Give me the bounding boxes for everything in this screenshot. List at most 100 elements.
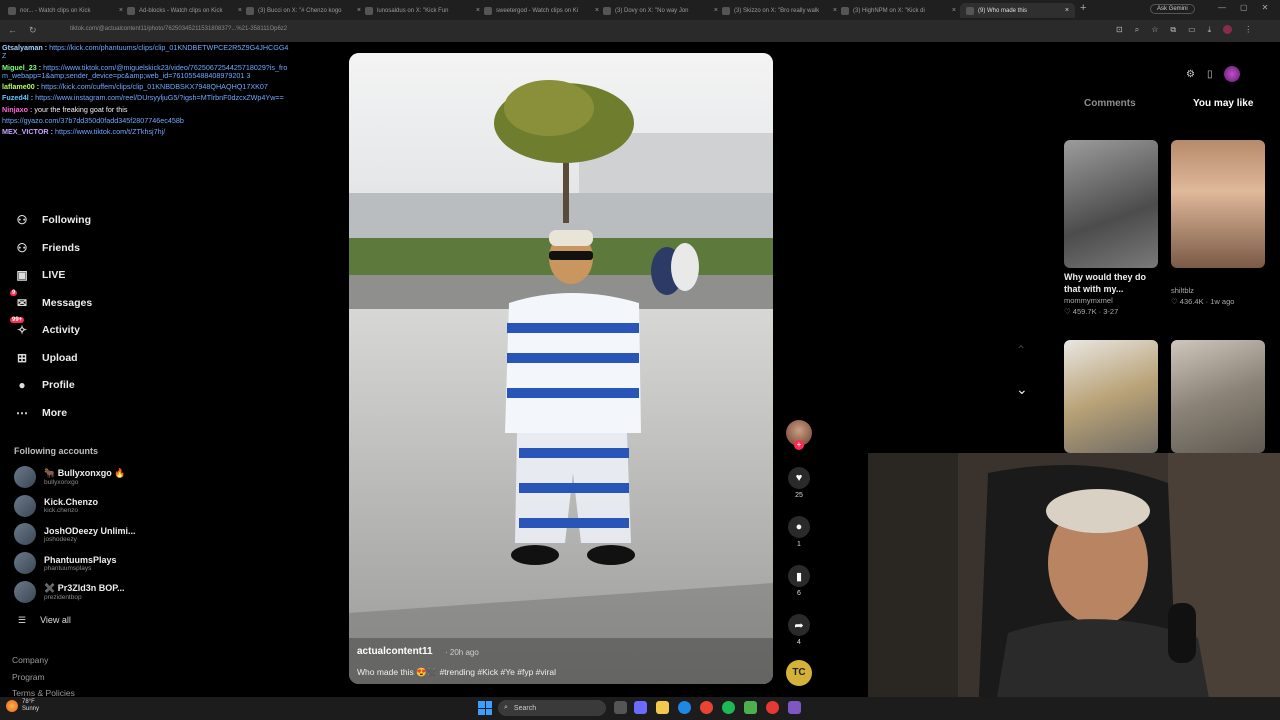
chrome-icon[interactable]	[700, 701, 713, 714]
following-account[interactable]: JoshODeezy Unlimi... joshodeezy	[14, 523, 136, 546]
share-button[interactable]: ➦ 4	[788, 614, 810, 646]
copilot-icon[interactable]	[634, 701, 647, 714]
sidebar-item-label: Friends	[42, 241, 80, 254]
following-account[interactable]: 🐂 Bullyxonxgo 🔥 bullyxonxgo	[14, 466, 125, 488]
sidebar-item-more[interactable]: ⋯ More	[14, 406, 67, 420]
browser-tab[interactable]: (3) Dovy on X: "No way Jon ×	[603, 3, 718, 18]
sidebar-item-profile[interactable]: ● Profile	[14, 378, 74, 392]
next-video-button[interactable]: ⌄	[1016, 381, 1028, 398]
tab-you-may-like[interactable]: You may like	[1193, 98, 1253, 109]
video-caption: Who made this 😍✖️ #trending #Kick #Ye #f…	[357, 667, 556, 677]
settings-icon[interactable]: ⚙	[1186, 69, 1195, 80]
app-icon[interactable]	[744, 701, 757, 714]
discord-icon[interactable]	[788, 701, 801, 714]
creator-avatar[interactable]: +	[786, 420, 812, 450]
sidebar-icon[interactable]: ▭	[1188, 25, 1196, 35]
extensions-icon[interactable]: ⧉	[1170, 25, 1176, 35]
edge-icon[interactable]	[678, 701, 691, 714]
share-icon: ➦	[788, 614, 810, 636]
comment-button[interactable]: ● 1	[788, 516, 810, 548]
suggested-video-card[interactable]	[1064, 340, 1158, 453]
browser-tab[interactable]: (3) Skizzo on X: "Bro really walk ×	[722, 3, 837, 18]
new-tab-button[interactable]: +	[1080, 2, 1086, 14]
taskbar-search[interactable]: ⌕ Search	[498, 700, 606, 716]
action-count: 25	[795, 492, 803, 499]
tab-favicon	[246, 6, 254, 15]
file-explorer-icon[interactable]	[656, 701, 669, 714]
star-icon[interactable]: ☆	[1151, 25, 1158, 35]
sidebar-item-messages[interactable]: ✉ 9 Messages	[10, 289, 93, 310]
weather-widget[interactable]: 78°F Sunny	[6, 699, 39, 712]
back-icon[interactable]: ←	[8, 25, 17, 36]
following-account[interactable]: ✖️ Pr3Zld3n BOP... prezidentbop	[14, 580, 125, 603]
browser-tab[interactable]: lunosaldus on X: "Kick Fun ×	[365, 3, 480, 18]
following-account[interactable]: Kick.Chenzo kick.chenzo	[14, 494, 98, 517]
suggested-video-card[interactable]: shiltblz ♡ 436.4K · 1w ago	[1171, 140, 1265, 306]
minimize-button[interactable]: —	[1218, 3, 1226, 12]
tab-label: (9) Who made this	[978, 7, 1028, 14]
close-tab-icon[interactable]: ×	[827, 7, 837, 14]
chat-link[interactable]: https://www.tiktok.com/@miguelskick23/vi…	[2, 63, 287, 80]
video-author[interactable]: actualcontent11	[357, 646, 433, 657]
following-account[interactable]: PhantuumsPlays phantuumsplays	[14, 552, 117, 575]
install-icon[interactable]: ⊡	[1116, 25, 1123, 35]
task-view-icon[interactable]	[614, 701, 627, 714]
browser-tab[interactable]: Ad-blocks - Watch clips on Kick ×	[127, 3, 242, 18]
tab-label: Ad-blocks - Watch clips on Kick	[139, 7, 223, 14]
download-icon[interactable]: ⤓	[1208, 25, 1212, 35]
video-player[interactable]	[349, 53, 773, 684]
browser-tab[interactable]: (3) Bucci on X: "# Chenzo kogo ×	[246, 3, 361, 18]
chat-link[interactable]: https://www.instagram.com/reel/DUrsyylju…	[35, 93, 284, 102]
menu-icon[interactable]: ⋮	[1244, 25, 1252, 35]
chrome-profile-icon[interactable]	[766, 701, 779, 714]
follow-plus-icon[interactable]: +	[794, 440, 804, 450]
reload-icon[interactable]: ↻	[29, 25, 37, 36]
close-tab-icon[interactable]: ×	[232, 7, 242, 14]
sidebar-item-upload[interactable]: ⊞ Upload	[14, 351, 78, 365]
heart-button[interactable]: ♥ 25	[788, 467, 810, 499]
sidebar-item-live[interactable]: ▣ LIVE	[14, 268, 65, 282]
action-count: 4	[797, 639, 801, 646]
close-tab-icon[interactable]: ×	[470, 7, 480, 14]
start-button[interactable]	[478, 701, 492, 715]
messages-icon: ✉ 9	[10, 289, 28, 310]
close-window-button[interactable]: ✕	[1262, 3, 1269, 12]
browser-tab[interactable]: (3) HighNPM on X: "Kick di ×	[841, 3, 956, 18]
bookmark-button[interactable]: ▮ 6	[788, 565, 810, 597]
chat-link[interactable]: https://gyazo.com/37b7dd350d0fadd345f280…	[2, 116, 184, 125]
ask-gemini-button[interactable]: Ask Gemini	[1150, 4, 1195, 14]
close-tab-icon[interactable]: ×	[589, 7, 599, 14]
account-handle: bullyxonxgo	[44, 479, 79, 486]
music-disc[interactable]: TC	[786, 660, 812, 686]
tab-comments[interactable]: Comments	[1084, 98, 1136, 109]
close-tab-icon[interactable]: ×	[113, 7, 123, 14]
suggested-video-card[interactable]: Why would they do that with my... mommym…	[1064, 140, 1158, 316]
browser-tab[interactable]: (9) Who made this ×	[960, 3, 1075, 18]
maximize-button[interactable]: ▢	[1240, 3, 1248, 12]
tab-label: (3) HighNPM on X: "Kick di	[853, 7, 925, 14]
sidebar-item-friends[interactable]: ⚇ Friends	[14, 241, 80, 255]
chat-link[interactable]: https://www.tiktok.com/t/ZTkhsj7hj/	[55, 127, 165, 136]
browser-tab[interactable]: nor... - Watch clips on Kick ×	[8, 3, 123, 18]
close-tab-icon[interactable]: ×	[708, 7, 718, 14]
browser-tab[interactable]: sweetergod - Watch clips on Ki ×	[484, 3, 599, 18]
zoom-icon[interactable]: ⌕	[1135, 25, 1139, 35]
sidebar-item-label: Messages	[42, 296, 93, 309]
previous-video-button[interactable]: ⌃	[1016, 343, 1026, 357]
close-tab-icon[interactable]: ×	[351, 7, 361, 14]
video-time: · 20h ago	[445, 648, 479, 657]
device-icon[interactable]: ▯	[1207, 69, 1213, 80]
footer-program[interactable]: Program	[12, 672, 45, 682]
card-user: shiltblz	[1171, 286, 1194, 295]
suggested-video-card[interactable]	[1171, 340, 1265, 453]
close-tab-icon[interactable]: ×	[946, 7, 956, 14]
user-avatar[interactable]	[1224, 66, 1241, 82]
profile-avatar[interactable]	[1223, 25, 1233, 34]
chat-link[interactable]: https://kick.com/cuffem/clips/clip_01KNB…	[41, 82, 268, 91]
sidebar-item-activity[interactable]: ✧ 99+ Activity	[10, 317, 80, 337]
close-tab-icon[interactable]: ×	[1059, 7, 1069, 14]
view-all-button[interactable]: ☰ View all	[18, 615, 71, 626]
spotify-icon[interactable]	[722, 701, 735, 714]
footer-company[interactable]: Company	[12, 655, 48, 665]
url-field[interactable]: tiktok.com/@actualcontent11/photo/762503…	[70, 26, 1100, 38]
